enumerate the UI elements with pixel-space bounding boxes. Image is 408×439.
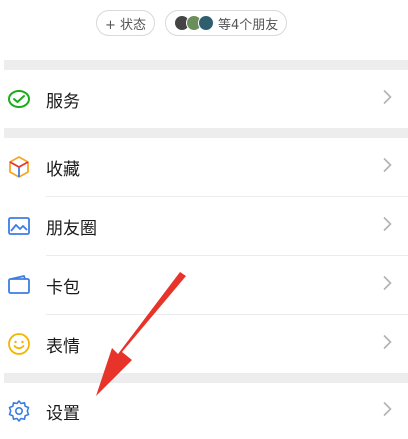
- chevron-right-icon: [383, 216, 392, 236]
- menu-item-favorites[interactable]: 收藏: [4, 138, 408, 196]
- menu-label-favorites: 收藏: [46, 159, 80, 180]
- chevron-right-icon: [383, 157, 392, 177]
- menu-label-settings: 设置: [46, 403, 80, 424]
- chevron-right-icon: [383, 334, 392, 354]
- cube-icon: [6, 154, 32, 180]
- section-gap: [4, 60, 408, 70]
- gear-icon: [6, 398, 32, 424]
- friends-status-chip[interactable]: 等4个朋友: [165, 10, 288, 36]
- picture-icon: [6, 213, 32, 239]
- menu-item-settings[interactable]: 设置: [4, 383, 408, 439]
- chevron-right-icon: [383, 401, 392, 421]
- chevron-right-icon: [383, 89, 392, 109]
- menu-label-moments: 朋友圈: [46, 218, 97, 239]
- menu-item-cards[interactable]: 卡包: [4, 256, 408, 314]
- status-chip-row: + 状态 等4个朋友: [96, 10, 288, 36]
- chevron-right-icon: [383, 275, 392, 295]
- wechat-pay-icon: [6, 86, 32, 112]
- menu-label-stickers: 表情: [46, 336, 80, 357]
- menu-item-stickers[interactable]: 表情: [4, 315, 408, 373]
- add-status-chip[interactable]: + 状态: [96, 10, 156, 36]
- friend-avatars: [174, 15, 215, 31]
- section-gap: [4, 373, 408, 383]
- menu-label-cards: 卡包: [46, 277, 80, 298]
- menu-item-moments[interactable]: 朋友圈: [4, 197, 408, 255]
- avatar: [198, 15, 215, 31]
- menu-item-services[interactable]: 服务: [4, 70, 408, 128]
- section-gap: [4, 128, 408, 138]
- friends-label: 等4个朋友: [218, 17, 279, 33]
- add-status-label: + 状态: [105, 17, 147, 33]
- wallet-icon: [6, 272, 32, 298]
- profile-header-area: + 状态 等4个朋友: [0, 0, 408, 60]
- smiley-icon: [6, 331, 32, 357]
- menu-label-services: 服务: [46, 91, 80, 112]
